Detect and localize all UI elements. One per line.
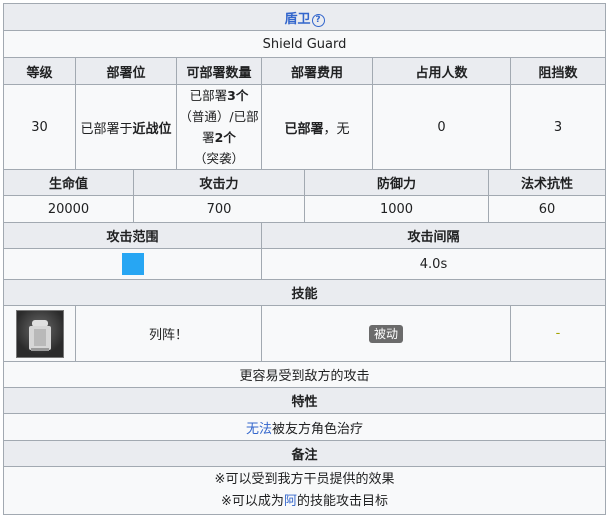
trait-text: 无法被友方角色治疗 — [2, 413, 607, 441]
attack-range-cell — [121, 253, 144, 275]
header-occupy: 占用人数 — [372, 57, 511, 85]
header-level: 等级 — [3, 57, 76, 85]
header-count: 可部署数量 — [176, 57, 262, 85]
count-value: 已部署3个（普通）/已部署2个（突袭） — [176, 84, 262, 170]
skill-name: 列阵！ — [75, 305, 262, 362]
title-row: 盾卫? — [2, 3, 607, 31]
english-name: Shield Guard — [2, 30, 607, 58]
skill-icon-cell — [3, 305, 76, 362]
header-cost: 部署费用 — [261, 57, 373, 85]
note-line-2: ※可以成为阿的技能攻击目标 — [221, 493, 388, 509]
trait-link[interactable]: 无法 — [246, 422, 272, 437]
cost-value: 已部署，无 — [261, 84, 373, 170]
header-def: 防御力 — [304, 169, 489, 196]
passive-badge: 被动 — [368, 324, 403, 343]
def-value: 1000 — [304, 195, 489, 223]
header-skill: 技能 — [2, 279, 607, 306]
position-value: 已部署于近战位 — [75, 84, 177, 170]
note-link[interactable]: 阿 — [284, 494, 297, 509]
header-hp: 生命值 — [3, 169, 134, 196]
block-value: 3 — [509, 84, 607, 170]
shield-guard-skill-icon — [15, 309, 64, 358]
header-interval: 攻击间隔 — [260, 222, 607, 249]
interval-value: 4.0s — [260, 248, 607, 280]
skill-description: 更容易受到敌方的攻击 — [2, 361, 607, 388]
atk-value: 700 — [133, 195, 305, 223]
header-range: 攻击范围 — [3, 222, 262, 249]
header-res: 法术抗性 — [487, 169, 607, 196]
attack-range-grid — [3, 248, 262, 280]
occupy-value: 0 — [372, 84, 511, 170]
notes-text: ※可以受到我方干员提供的效果 ※可以成为阿的技能攻击目标 — [2, 466, 607, 515]
header-trait: 特性 — [2, 387, 607, 414]
note-line-1: ※可以受到我方干员提供的效果 — [214, 471, 395, 487]
header-atk: 攻击力 — [133, 169, 305, 196]
skill-extra: - — [509, 305, 607, 362]
skill-type-cell: 被动 — [261, 305, 511, 362]
question-circle-icon[interactable]: ? — [311, 13, 325, 27]
level-value: 30 — [3, 84, 76, 170]
page: 盾卫? Shield Guard 等级 部署位 可部署数量 部署费用 占用人数 … — [0, 0, 608, 515]
header-position: 部署位 — [75, 57, 177, 85]
enemy-info-table: 盾卫? Shield Guard 等级 部署位 可部署数量 部署费用 占用人数 … — [2, 3, 607, 515]
enemy-title-link[interactable]: 盾卫 — [285, 12, 311, 27]
header-notes: 备注 — [2, 440, 607, 467]
res-value: 60 — [487, 195, 607, 223]
header-block: 阻挡数 — [509, 57, 607, 85]
hp-value: 20000 — [3, 195, 134, 223]
